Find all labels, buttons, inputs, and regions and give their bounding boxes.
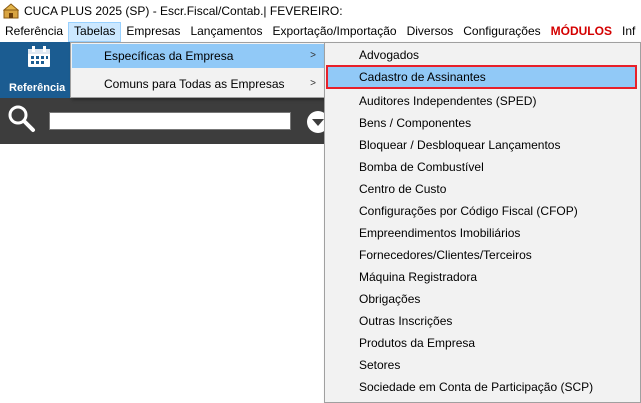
menu-item-especificas-da-empresa[interactable]: Específicas da Empresa > <box>72 44 324 68</box>
submenu-item-sociedade-em-conta-scp[interactable]: Sociedade em Conta de Participação (SCP) <box>326 376 637 398</box>
menu-item-label: Específicas da Empresa <box>104 49 234 63</box>
menu-inf[interactable]: Inf <box>617 22 640 42</box>
search-icon[interactable] <box>6 103 36 133</box>
menu-exportacao-importacao[interactable]: Exportação/Importação <box>267 22 401 42</box>
submenu-item-centro-de-custo[interactable]: Centro de Custo <box>326 178 637 200</box>
submenu-item-bloquear-desbloquear[interactable]: Bloquear / Desbloquear Lançamentos <box>326 134 637 156</box>
menu-empresas[interactable]: Empresas <box>121 22 185 42</box>
submenu-arrow-icon: > <box>310 50 316 61</box>
title-bar: CUCA PLUS 2025 (SP) - Escr.Fiscal/Contab… <box>0 0 641 22</box>
submenu-item-obrigacoes[interactable]: Obrigações <box>326 288 637 310</box>
submenu-item-configuracoes-cfop[interactable]: Configurações por Código Fiscal (CFOP) <box>326 200 637 222</box>
referencia-label: Referência <box>9 82 66 94</box>
menu-referencia[interactable]: Referência <box>0 22 68 42</box>
cuca-app-icon <box>2 3 20 19</box>
menu-lancamentos[interactable]: Lançamentos <box>185 22 267 42</box>
submenu-item-produtos-da-empresa[interactable]: Produtos da Empresa <box>326 332 637 354</box>
menu-diversos[interactable]: Diversos <box>402 22 459 42</box>
tabelas-dropdown: Específicas da Empresa > Comuns para Tod… <box>70 42 326 98</box>
menu-bar: Referência Tabelas Empresas Lançamentos … <box>0 22 641 42</box>
menu-item-comuns-para-todas[interactable]: Comuns para Todas as Empresas > <box>72 72 324 96</box>
menu-tabelas[interactable]: Tabelas <box>68 22 122 42</box>
submenu-item-auditores-independentes[interactable]: Auditores Independentes (SPED) <box>326 90 637 112</box>
search-input[interactable] <box>49 112 291 130</box>
submenu-item-bens-componentes[interactable]: Bens / Componentes <box>326 112 637 134</box>
submenu-item-cadastro-de-assinantes[interactable]: Cadastro de Assinantes <box>326 65 637 89</box>
referencia-button[interactable]: Referência <box>0 42 70 98</box>
menu-modulos[interactable]: MÓDULOS <box>546 22 617 42</box>
window-title: CUCA PLUS 2025 (SP) - Escr.Fiscal/Contab… <box>24 4 343 18</box>
menu-item-label: Comuns para Todas as Empresas <box>104 77 285 91</box>
especificas-submenu: Advogados Cadastro de Assinantes Auditor… <box>324 42 641 403</box>
submenu-item-empreendimentos-imobiliarios[interactable]: Empreendimentos Imobiliários <box>326 222 637 244</box>
submenu-item-outras-inscricoes[interactable]: Outras Inscrições <box>326 310 637 332</box>
menu-configuracoes[interactable]: Configurações <box>458 22 545 42</box>
submenu-item-setores[interactable]: Setores <box>326 354 637 376</box>
calendar-icon <box>27 46 51 68</box>
submenu-item-bomba-de-combustivel[interactable]: Bomba de Combustível <box>326 156 637 178</box>
submenu-item-maquina-registradora[interactable]: Máquina Registradora <box>326 266 637 288</box>
submenu-item-fornecedores-clientes-terceiros[interactable]: Fornecedores/Clientes/Terceiros <box>326 244 637 266</box>
submenu-arrow-icon: > <box>310 78 316 89</box>
submenu-item-advogados[interactable]: Advogados <box>326 44 637 66</box>
